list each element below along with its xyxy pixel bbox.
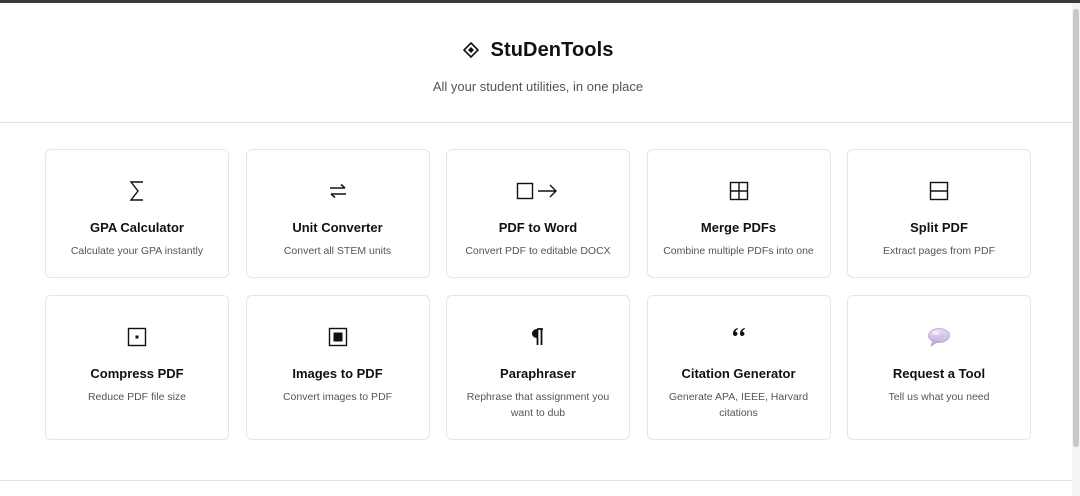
tool-description: Extract pages from PDF — [882, 245, 996, 257]
tool-description: Convert PDF to editable DOCX — [465, 245, 611, 257]
tool-card-paraphraser[interactable]: Paraphraser Rephrase that assignment you… — [446, 295, 630, 440]
filled-square-icon — [247, 324, 429, 350]
tool-card-images-to-pdf[interactable]: Images to PDF Convert images to PDF — [245, 295, 430, 440]
tool-title: Split PDF — [910, 220, 968, 235]
scrollbar[interactable] — [1072, 3, 1080, 496]
tool-description: Rephrase that assignment you want to dub — [466, 391, 610, 419]
tool-description: Combine multiple PDFs into one — [663, 245, 814, 257]
sigma-icon — [46, 178, 228, 204]
brand[interactable]: StuDenTools — [0, 39, 1076, 62]
tool-card-pdf-to-word[interactable]: PDF to Word Convert PDF to editable DOCX — [446, 149, 630, 278]
diamond-icon — [462, 41, 479, 59]
tool-title: GPA Calculator — [90, 220, 184, 235]
tool-card-citation-generator[interactable]: Citation Generator Generate APA, IEEE, H… — [646, 295, 831, 440]
tool-title: PDF to Word — [498, 220, 578, 235]
page: StuDenTools All your student utilities, … — [0, 3, 1072, 496]
tools-grid: GPA Calculator Calculate your GPA instan… — [45, 149, 1031, 440]
tool-description: Convert images to PDF — [282, 391, 393, 403]
divider — [0, 480, 1072, 481]
tool-title: Unit Converter — [292, 220, 383, 235]
dot-square-icon — [46, 324, 228, 350]
tool-title: Request a Tool — [892, 366, 986, 381]
site-header: StuDenTools All your student utilities, … — [0, 3, 1072, 123]
tool-title: Merge PDFs — [700, 220, 777, 235]
tool-title: Citation Generator — [681, 366, 796, 381]
tool-card-request-a-tool[interactable]: Request a Tool Tell us what you need — [847, 295, 1031, 440]
tool-card-gpa-calculator[interactable]: GPA Calculator Calculate your GPA instan… — [45, 149, 229, 278]
tool-title: Paraphraser — [500, 366, 576, 381]
scrollbar-thumb[interactable] — [1073, 9, 1079, 447]
tool-description: Convert all STEM units — [283, 245, 392, 257]
tool-card-merge-pdfs[interactable]: Merge PDFs Combine multiple PDFs into on… — [646, 149, 831, 278]
box-arrow-icon — [447, 178, 629, 204]
quote-icon — [648, 324, 830, 350]
tagline: All your student utilities, in one place — [432, 79, 644, 94]
grid-square-icon — [648, 178, 830, 204]
pilcrow-icon — [447, 324, 629, 350]
swap-arrows-icon — [247, 178, 429, 204]
tool-description: Reduce PDF file size — [87, 391, 187, 403]
speech-bubble-icon — [848, 324, 1030, 350]
tool-description: Calculate your GPA instantly — [70, 245, 204, 257]
brand-name: StuDenTools — [490, 39, 614, 61]
tool-description: Tell us what you need — [888, 391, 990, 403]
tool-card-split-pdf[interactable]: Split PDF Extract pages from PDF — [847, 149, 1031, 278]
tool-title: Compress PDF — [90, 366, 184, 381]
split-square-icon — [848, 178, 1030, 204]
tool-description: Generate APA, IEEE, Harvard citations — [668, 391, 809, 419]
tool-card-unit-converter[interactable]: Unit Converter Convert all STEM units — [245, 149, 430, 278]
tool-card-compress-pdf[interactable]: Compress PDF Reduce PDF file size — [45, 295, 229, 440]
tool-title: Images to PDF — [292, 366, 383, 381]
